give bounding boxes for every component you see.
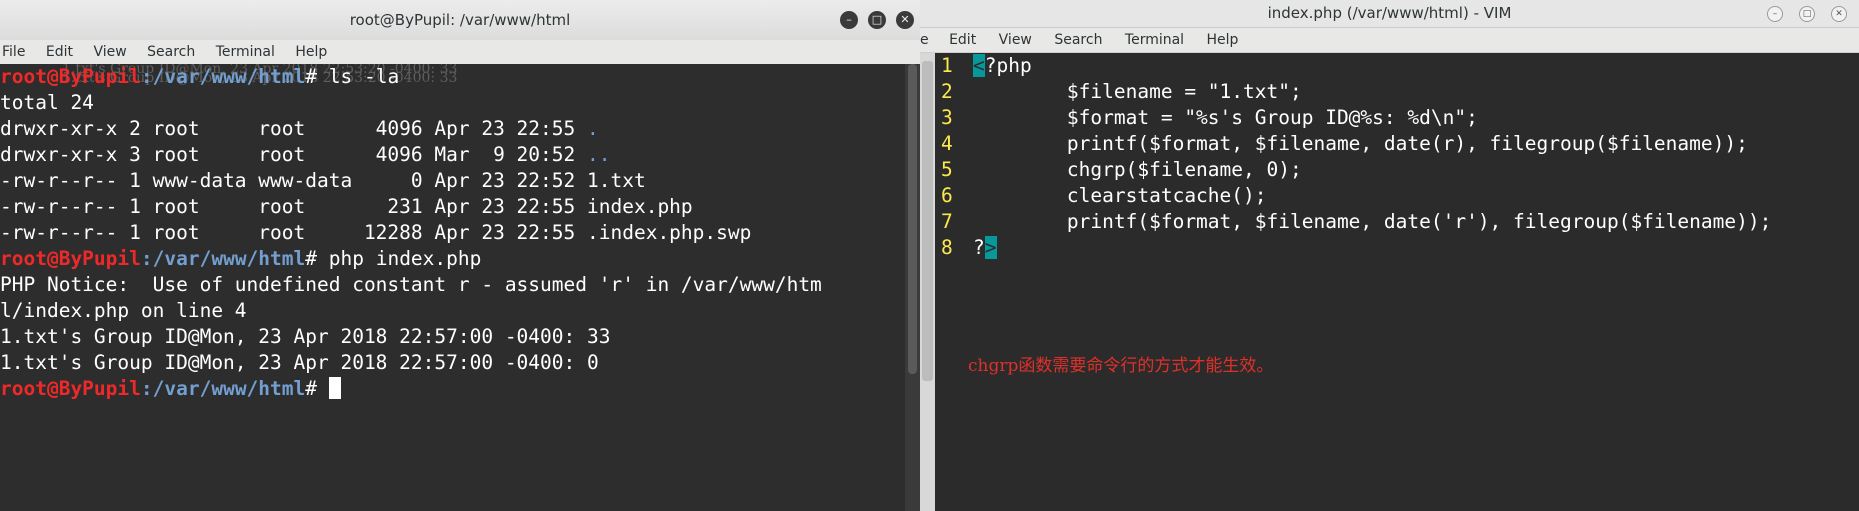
terminal-output[interactable]: 1.txt's Group ID@Mon, 23 Apr 2018 22:53:… bbox=[0, 64, 905, 511]
minimize-button[interactable]: – bbox=[1767, 6, 1783, 22]
line-number: 4 bbox=[941, 132, 953, 155]
prompt-line: root@ByPupil:/var/www/html# ls -la bbox=[0, 65, 400, 88]
ls-row: -rw-r--r-- 1 www-data www-data 0 Apr 23 … bbox=[0, 169, 646, 192]
close-button[interactable]: ✕ bbox=[1831, 6, 1847, 22]
output-line: total 24 bbox=[0, 91, 94, 114]
menu-help[interactable]: Help bbox=[295, 40, 327, 64]
maximize-button[interactable]: □ bbox=[868, 11, 886, 29]
line-number: 1 bbox=[941, 54, 953, 77]
minimize-button[interactable]: – bbox=[840, 11, 858, 29]
vim-scrollbar[interactable] bbox=[920, 53, 935, 511]
prompt-line: root@ByPupil:/var/www/html# php index.ph… bbox=[0, 247, 482, 270]
window-controls: – □ ✕ bbox=[840, 11, 914, 29]
code-line: 6 clearstatcache(); bbox=[935, 183, 1859, 209]
vim-title: index.php (/var/www/html) - VIM bbox=[1267, 4, 1512, 22]
vim-window-controls: – □ ✕ bbox=[1767, 6, 1847, 22]
terminal-window: root@ByPupil: /var/www/html – □ ✕ File E… bbox=[0, 0, 920, 511]
cursor-highlight: > bbox=[984, 236, 997, 259]
menu-file[interactable]: File bbox=[2, 40, 25, 64]
scrollbar-thumb[interactable] bbox=[908, 64, 917, 374]
line-number: 3 bbox=[941, 106, 953, 129]
command-text: php index.php bbox=[328, 247, 482, 270]
code-line: 7 printf($format, $filename, date('r'), … bbox=[935, 209, 1859, 235]
code-line: 2 $filename = "1.txt"; bbox=[935, 79, 1859, 105]
terminal-scrollbar[interactable] bbox=[905, 64, 920, 511]
ls-row: drwxr-xr-x 2 root root 4096 Apr 23 22:55… bbox=[0, 117, 599, 140]
bracket-match: < bbox=[973, 54, 985, 77]
menu-search[interactable]: Search bbox=[1054, 28, 1102, 52]
line-number: 2 bbox=[941, 80, 953, 103]
menu-view[interactable]: View bbox=[93, 40, 126, 64]
code-line: 8 ?> bbox=[935, 235, 1859, 261]
ls-row: -rw-r--r-- 1 root root 12288 Apr 23 22:5… bbox=[0, 221, 752, 244]
menu-search[interactable]: Search bbox=[147, 40, 195, 64]
terminal-titlebar[interactable]: root@ByPupil: /var/www/html – □ ✕ bbox=[0, 0, 920, 41]
vim-menubar: e Edit View Search Terminal Help bbox=[920, 28, 1859, 53]
line-number: 7 bbox=[941, 210, 953, 233]
output-line: l/index.php on line 4 bbox=[0, 299, 247, 322]
ls-row: drwxr-xr-x 3 root root 4096 Mar 9 20:52 … bbox=[0, 143, 611, 166]
close-button[interactable]: ✕ bbox=[896, 11, 914, 29]
terminal-menubar: File Edit View Search Terminal Help bbox=[0, 40, 920, 65]
prompt-line: root@ByPupil:/var/www/html# bbox=[0, 376, 822, 402]
menu-terminal[interactable]: Terminal bbox=[1125, 28, 1184, 52]
annotation-note: chgrp函数需要命令行的方式才能生效。 bbox=[968, 356, 1274, 376]
menu-edit[interactable]: Edit bbox=[46, 40, 73, 64]
text-cursor bbox=[328, 377, 341, 399]
scrollbar-thumb[interactable] bbox=[922, 61, 933, 381]
vim-editor[interactable]: 1 <?php 2 $filename = "1.txt"; 3 $format … bbox=[935, 53, 1859, 511]
output-line: 1.txt's Group ID@Mon, 23 Apr 2018 22:57:… bbox=[0, 351, 599, 374]
line-number: 8 bbox=[941, 236, 953, 259]
menu-help[interactable]: Help bbox=[1207, 28, 1239, 52]
output-line: 1.txt's Group ID@Mon, 23 Apr 2018 22:57:… bbox=[0, 325, 611, 348]
vim-titlebar[interactable]: index.php (/var/www/html) - VIM – □ ✕ bbox=[920, 0, 1859, 28]
output-line: PHP Notice: Use of undefined constant r … bbox=[0, 273, 822, 296]
menu-file[interactable]: e bbox=[920, 28, 929, 52]
code-line: 5 chgrp($filename, 0); bbox=[935, 157, 1859, 183]
terminal-title: root@ByPupil: /var/www/html bbox=[349, 11, 571, 29]
line-number: 5 bbox=[941, 158, 953, 181]
code-line: 3 $format = "%s's Group ID@%s: %d\n"; bbox=[935, 105, 1859, 131]
terminal-lines: root@ByPupil:/var/www/html# ls -la total… bbox=[0, 64, 822, 402]
code-line: 4 printf($format, $filename, date(r), fi… bbox=[935, 131, 1859, 157]
ls-row: -rw-r--r-- 1 root root 231 Apr 23 22:55 … bbox=[0, 195, 693, 218]
menu-terminal[interactable]: Terminal bbox=[216, 40, 275, 64]
line-number: 6 bbox=[941, 184, 953, 207]
menu-edit[interactable]: Edit bbox=[949, 28, 976, 52]
menu-view[interactable]: View bbox=[999, 28, 1032, 52]
command-text: ls -la bbox=[328, 65, 400, 88]
vim-window: index.php (/var/www/html) - VIM – □ ✕ e … bbox=[920, 0, 1859, 511]
maximize-button[interactable]: □ bbox=[1799, 6, 1815, 22]
code-line: 1 <?php bbox=[935, 53, 1859, 79]
